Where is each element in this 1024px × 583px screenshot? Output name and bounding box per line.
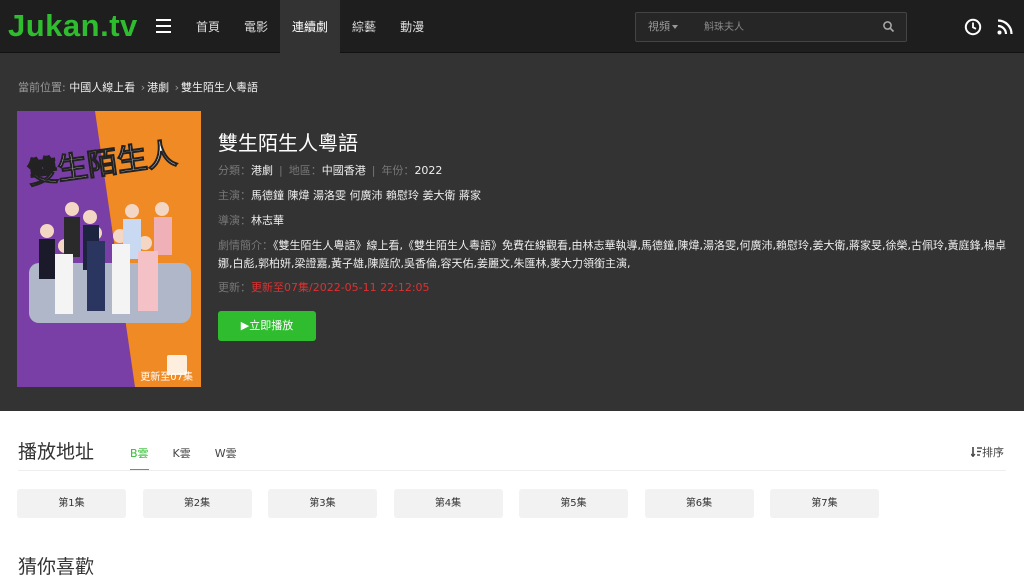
region-label: 地區： <box>288 164 322 177</box>
nav-variety[interactable]: 綜藝 <box>340 0 388 53</box>
episode-button[interactable]: 第7集 <box>770 489 879 518</box>
episode-button[interactable]: 第6集 <box>644 489 754 518</box>
nav-anime[interactable]: 動漫 <box>388 0 436 53</box>
meta-row: 分類：港劇 | 地區：中國香港 | 年份：2022 <box>218 162 442 178</box>
episode-button[interactable]: 第4集 <box>393 489 503 518</box>
search-box: 視頻 <box>635 12 907 42</box>
nav-home[interactable]: 首頁 <box>184 0 232 53</box>
plot-summary: 劇情簡介：《雙生陌生人粵語》線上看,《雙生陌生人粵語》免費在線觀看,由林志華執導… <box>218 237 1008 273</box>
site-logo[interactable]: Jukan.tv <box>8 8 138 44</box>
update-row: 更新：更新至07集/2022-05-11 22:12:05 <box>218 279 430 295</box>
category-value[interactable]: 港劇 <box>251 164 273 177</box>
detail-panel: 當前位置: 中國人線上看 › 港劇 › 雙生陌生人粵語 雙生陌生人 更新至07集… <box>0 53 1024 411</box>
director-row: 導演：林志華 <box>218 212 284 228</box>
search-type-label: 視頻 <box>648 20 670 33</box>
tab-b-cloud[interactable]: B雲 <box>130 445 149 471</box>
hamburger-menu-icon[interactable] <box>156 19 171 33</box>
cast-row: 主演：馬德鐘 陳煒 湯洛雯 何廣沛 賴慰玲 姜大衛 蔣家 <box>218 187 481 203</box>
top-header: Jukan.tv 首頁 電影 連續劇 綜藝 動漫 視頻 <box>0 0 1024 53</box>
search-icon[interactable] <box>882 20 896 34</box>
episode-button[interactable]: 第2集 <box>142 489 252 518</box>
poster-image[interactable]: 雙生陌生人 更新至07集 <box>17 111 201 387</box>
breadcrumb-prefix: 當前位置: <box>18 81 66 94</box>
main-nav: 首頁 電影 連續劇 綜藝 動漫 <box>184 0 436 53</box>
meta-divider: | <box>279 164 283 177</box>
cast-label: 主演： <box>218 189 251 202</box>
poster-artwork: 雙生陌生人 <box>17 111 201 387</box>
page-title: 雙生陌生人粵語 <box>218 131 358 155</box>
region-value[interactable]: 中國香港 <box>322 164 366 177</box>
play-now-button[interactable]: ▶立即播放 <box>218 311 316 341</box>
update-value: 更新至07集/2022-05-11 22:12:05 <box>251 281 430 294</box>
tab-k-cloud[interactable]: K雲 <box>173 445 191 471</box>
year-label: 年份： <box>381 164 415 177</box>
cast-value[interactable]: 馬德鐘 陳煒 湯洛雯 何廣沛 賴慰玲 姜大衛 蔣家 <box>251 189 481 202</box>
tab-w-cloud[interactable]: W雲 <box>215 445 237 471</box>
episode-list: 第1集 第2集 第3集 第4集 第5集 第6集 第7集 <box>17 489 896 518</box>
episode-button[interactable]: 第1集 <box>17 489 126 518</box>
section-divider <box>18 470 1006 471</box>
rss-icon[interactable] <box>996 18 1014 36</box>
search-input[interactable] <box>704 17 864 37</box>
breadcrumb: 當前位置: 中國人線上看 › 港劇 › 雙生陌生人粵語 <box>18 79 258 95</box>
plot-text: 《雙生陌生人粵語》線上看,《雙生陌生人粵語》免費在線觀看,由林志華執導,馬德鐘,… <box>218 239 1006 270</box>
recommend-title: 猜你喜歡 <box>18 556 95 578</box>
caret-down-icon <box>672 25 678 29</box>
nav-movies[interactable]: 電影 <box>232 0 280 53</box>
update-label: 更新： <box>218 281 251 294</box>
sort-button[interactable]: 排序 <box>970 444 1004 460</box>
sort-label: 排序 <box>982 446 1004 459</box>
sort-icon <box>970 447 982 458</box>
history-icon[interactable] <box>964 18 982 36</box>
year-value[interactable]: 2022 <box>414 164 442 177</box>
meta-divider: | <box>371 164 376 177</box>
breadcrumb-separator: › <box>140 81 146 94</box>
director-label: 導演： <box>218 214 251 227</box>
episode-button[interactable]: 第5集 <box>519 489 628 518</box>
source-tabs: B雲 K雲 W雲 <box>130 445 261 471</box>
poster-update-badge: 更新至07集 <box>140 372 193 383</box>
breadcrumb-separator: › <box>174 81 180 94</box>
breadcrumb-current: 雙生陌生人粵語 <box>181 81 259 94</box>
episode-button[interactable]: 第3集 <box>268 489 377 518</box>
category-label: 分類： <box>218 164 251 177</box>
nav-series[interactable]: 連續劇 <box>280 0 341 53</box>
breadcrumb-category[interactable]: 港劇 <box>147 81 169 94</box>
breadcrumb-home[interactable]: 中國人線上看 <box>69 81 135 94</box>
plot-label: 劇情簡介： <box>218 239 273 252</box>
search-type-select[interactable]: 視頻 <box>648 13 678 41</box>
play-sources-title: 播放地址 <box>18 441 95 463</box>
director-value[interactable]: 林志華 <box>251 214 284 227</box>
